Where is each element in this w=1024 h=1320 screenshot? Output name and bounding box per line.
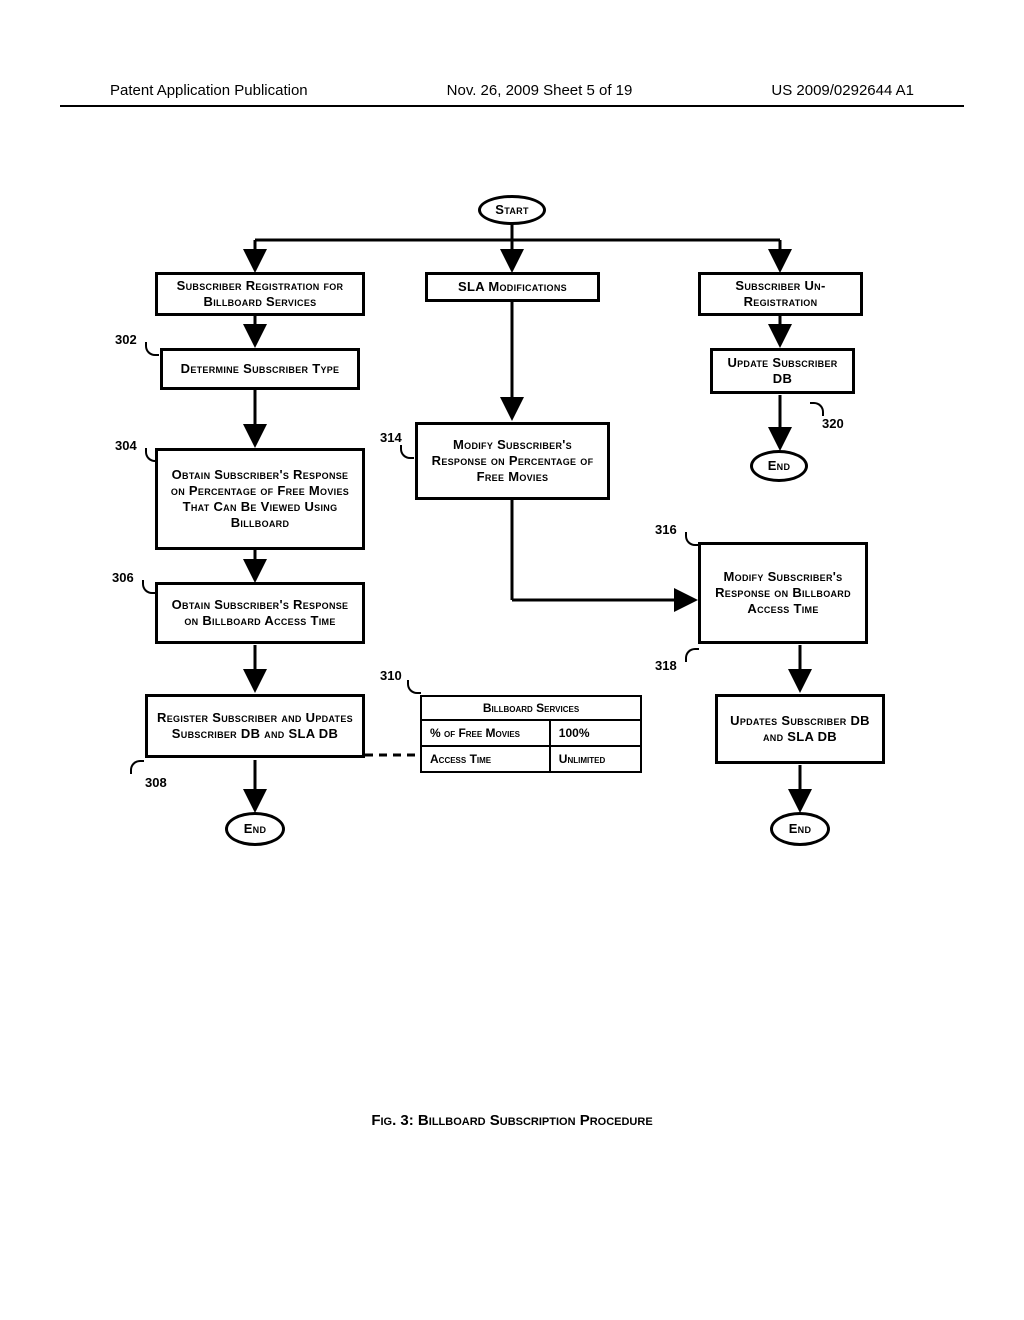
ref-318-hook	[685, 648, 699, 662]
ref-306: 306	[112, 570, 134, 585]
billboard-services-title: Billboard Services	[422, 697, 640, 721]
header-rule	[60, 105, 964, 107]
svc-row2-val: Unlimited	[551, 747, 640, 771]
end-left-node: End	[225, 812, 285, 846]
header-right: US 2009/0292644 A1	[771, 82, 914, 99]
end-right-bottom-node: End	[770, 812, 830, 846]
modify-access-time-box: Modify Subscriber's Response on Billboar…	[698, 542, 868, 644]
determine-subscriber-type-label: Determine Subscriber Type	[181, 361, 340, 377]
sla-modifications-label: SLA Modifications	[458, 279, 567, 295]
determine-subscriber-type-box: Determine Subscriber Type	[160, 348, 360, 390]
svc-row2-key: Access Time	[422, 747, 551, 771]
updates-db-label: Updates Subscriber DB and SLA DB	[724, 713, 876, 746]
update-subscriber-db-box: Update Subscriber DB	[710, 348, 855, 394]
ref-320: 320	[822, 416, 844, 431]
start-label: Start	[495, 202, 529, 218]
obtain-percentage-label: Obtain Subscriber's Response on Percenta…	[164, 467, 356, 532]
page-header: Patent Application Publication Nov. 26, …	[0, 82, 1024, 99]
ref-310: 310	[380, 668, 402, 683]
updates-db-box: Updates Subscriber DB and SLA DB	[715, 694, 885, 764]
figure-caption: Fig. 3: Billboard Subscription Procedure	[0, 1112, 1024, 1129]
flowchart-canvas: Start Subscriber Registration for Billbo…	[100, 200, 924, 900]
end-right-top-label: End	[768, 458, 791, 474]
end-left-label: End	[244, 821, 267, 837]
svc-row1-val: 100%	[551, 721, 640, 745]
modify-percentage-box: Modify Subscriber's Response on Percenta…	[415, 422, 610, 500]
ref-304: 304	[115, 438, 137, 453]
svc-row1-key: % of Free Movies	[422, 721, 551, 745]
register-subscriber-box: Register Subscriber and Updates Subscrib…	[145, 694, 365, 758]
billboard-services-table: Billboard Services % of Free Movies 100%…	[420, 695, 642, 773]
subscriber-registration-label: Subscriber Registration for Billboard Se…	[164, 278, 356, 311]
subscriber-un-registration-label: Subscriber Un-Registration	[707, 278, 854, 311]
ref-316: 316	[655, 522, 677, 537]
modify-access-time-label: Modify Subscriber's Response on Billboar…	[707, 569, 859, 618]
header-left: Patent Application Publication	[110, 82, 308, 99]
ref-308: 308	[145, 775, 167, 790]
header-mid: Nov. 26, 2009 Sheet 5 of 19	[447, 82, 633, 99]
register-subscriber-label: Register Subscriber and Updates Subscrib…	[154, 710, 356, 743]
end-right-top-node: End	[750, 450, 808, 482]
modify-percentage-label: Modify Subscriber's Response on Percenta…	[424, 437, 601, 486]
subscriber-registration-box: Subscriber Registration for Billboard Se…	[155, 272, 365, 316]
update-subscriber-db-label: Update Subscriber DB	[719, 355, 846, 388]
sla-modifications-box: SLA Modifications	[425, 272, 600, 302]
obtain-access-time-label: Obtain Subscriber's Response on Billboar…	[164, 597, 356, 630]
ref-302: 302	[115, 332, 137, 347]
obtain-percentage-box: Obtain Subscriber's Response on Percenta…	[155, 448, 365, 550]
obtain-access-time-box: Obtain Subscriber's Response on Billboar…	[155, 582, 365, 644]
ref-308-hook	[130, 760, 144, 774]
start-node: Start	[478, 195, 546, 225]
ref-318: 318	[655, 658, 677, 673]
end-right-bottom-label: End	[789, 821, 812, 837]
subscriber-un-registration-box: Subscriber Un-Registration	[698, 272, 863, 316]
ref-314: 314	[380, 430, 402, 445]
